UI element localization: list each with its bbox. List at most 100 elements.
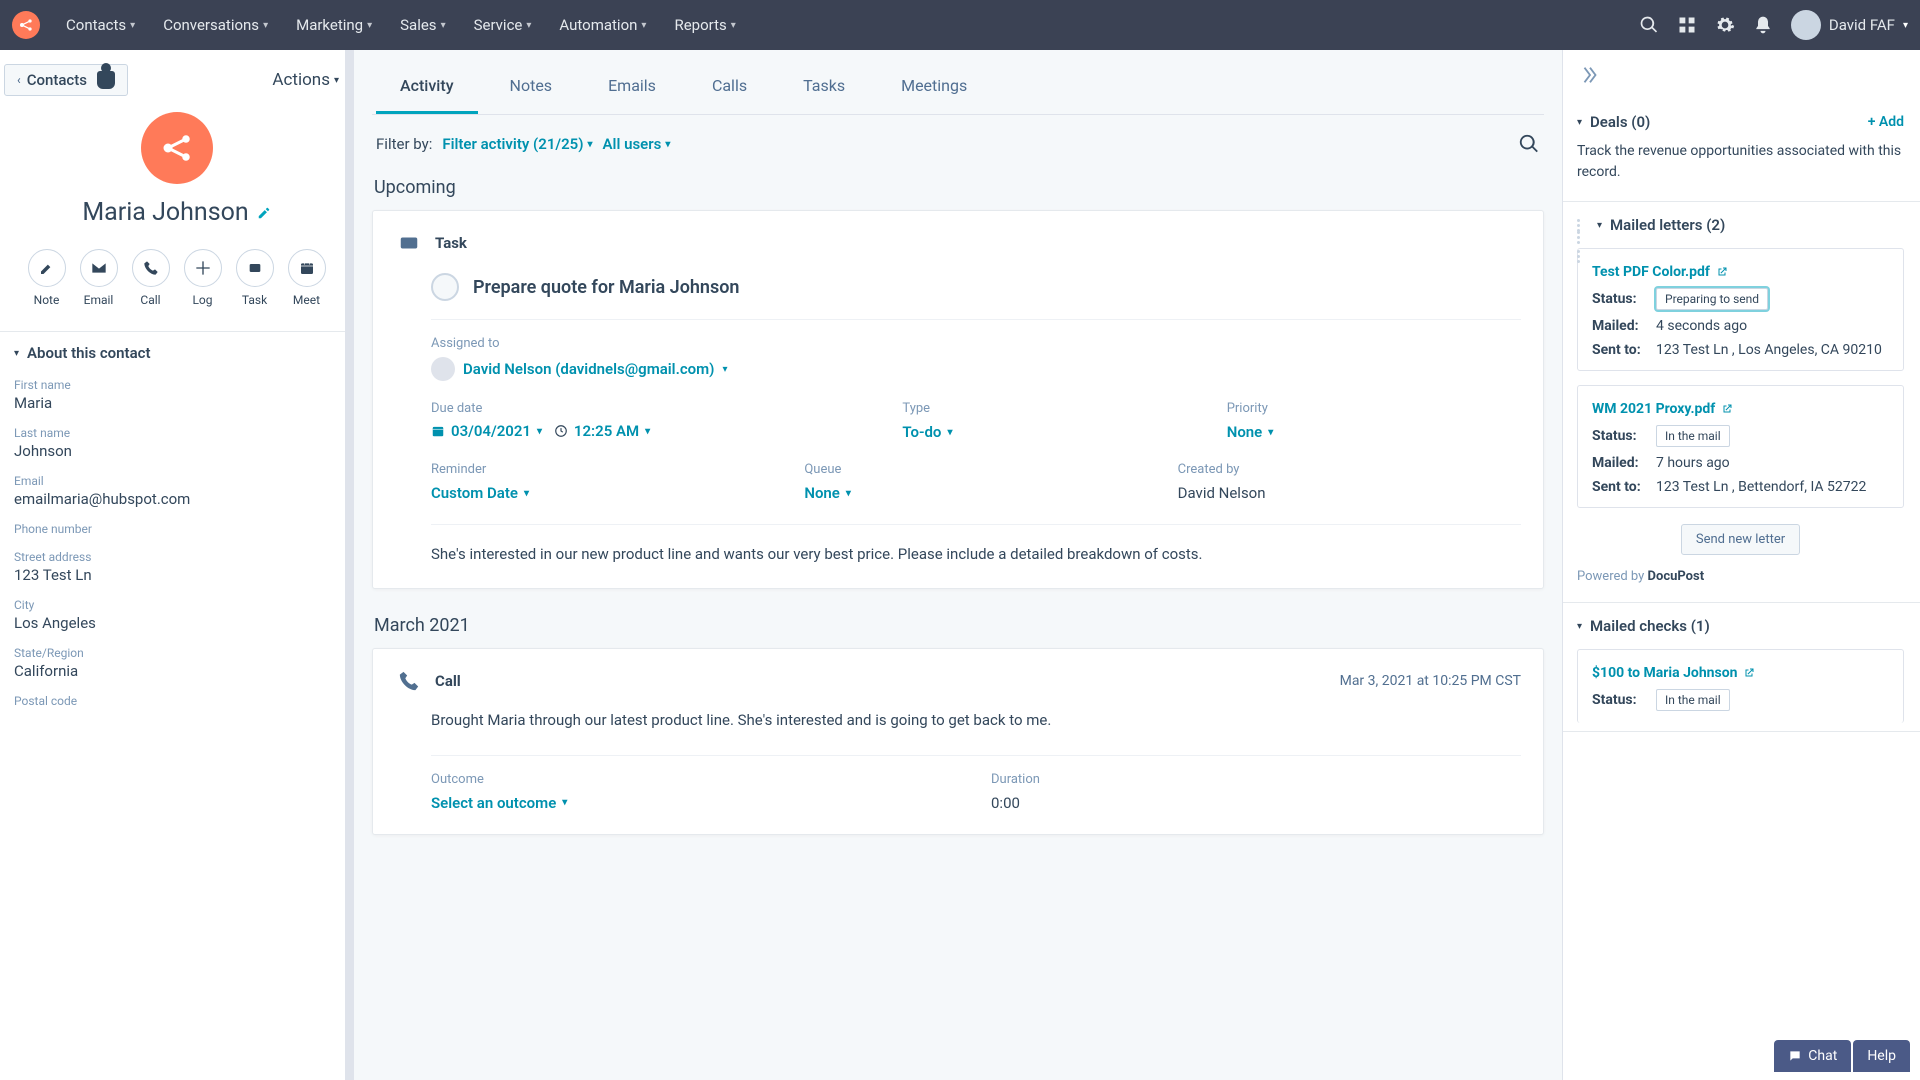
tab-notes[interactable]: Notes [486,58,577,114]
nav-reports[interactable]: Reports▾ [662,10,747,40]
due-time-picker[interactable]: 12:25 AM▾ [554,422,650,440]
assignee-dropdown[interactable]: David Nelson (davidnels@gmail.com) ▾ [431,357,1521,381]
field-first-name[interactable]: First nameMaria [14,378,339,412]
upcoming-heading: Upcoming [374,177,1542,198]
tab-meetings[interactable]: Meetings [877,58,991,114]
chevron-down-icon: ▾ [524,488,529,499]
help-widget[interactable]: Help [1853,1040,1910,1072]
chevron-down-icon: ▾ [645,426,650,437]
filter-users-dropdown[interactable]: All users▾ [603,135,671,153]
main-layout: ‹ Contacts Actions ▾ Maria Johnson Note … [0,50,1920,1080]
chevron-down-icon: ▾ [130,20,135,31]
status-badge: In the mail [1656,425,1730,447]
field-postal[interactable]: Postal code [14,694,339,708]
filter-activity-dropdown[interactable]: Filter activity (21/25)▾ [442,135,592,153]
task-complete-checkbox[interactable] [431,273,459,301]
sent-to: 123 Test Ln , Bettendorf, IA 52722 [1656,479,1866,495]
check-link[interactable]: $100 to Maria Johnson [1592,665,1755,681]
contact-hero: Maria Johnson [0,102,353,231]
notifications-icon[interactable] [1753,15,1773,35]
chevron-down-icon: ▾ [526,20,531,31]
top-nav: Contacts▾ Conversations▾ Marketing▾ Sale… [0,0,1920,50]
nav-service[interactable]: Service▾ [462,10,544,40]
mailed-time: 7 hours ago [1656,455,1730,471]
filter-row: Filter by: Filter activity (21/25)▾ All … [372,115,1544,163]
external-link-icon [1716,266,1728,278]
month-heading: March 2021 [374,615,1542,636]
person-icon [97,71,115,89]
activity-tabs: Activity Notes Emails Calls Tasks Meetin… [372,58,1544,115]
task-type-dropdown[interactable]: To-do▾ [902,423,952,441]
chevron-down-icon: ▾ [537,426,542,437]
about-section-toggle[interactable]: ▾ About this contact [0,331,353,374]
chat-widget[interactable]: Chat [1774,1040,1851,1072]
call-body: Brought Maria through our latest product… [431,709,1521,732]
contact-avatar [141,112,213,184]
chevron-down-icon: ▾ [263,20,268,31]
check-item: $100 to Maria Johnson Status:In the mail [1577,649,1904,723]
chat-icon [1788,1049,1802,1063]
search-icon[interactable] [1639,15,1659,35]
field-email[interactable]: Emailemailmaria@hubspot.com [14,474,339,508]
call-timestamp: Mar 3, 2021 at 10:25 PM CST [1340,673,1521,689]
priority-dropdown[interactable]: None▾ [1227,423,1274,441]
nav-left: Contacts▾ Conversations▾ Marketing▾ Sale… [12,10,748,40]
deals-toggle[interactable]: ▾ Deals (0) [1577,113,1650,131]
mailed-letters-section: ▾ Mailed letters (2) Test PDF Color.pdf … [1563,202,1920,603]
checks-toggle[interactable]: ▾ Mailed checks (1) [1577,617,1710,635]
outcome-cell: Outcome Select an outcome▾ [431,772,961,812]
outcome-dropdown[interactable]: Select an outcome▾ [431,794,567,812]
qa-email[interactable]: Email [80,249,118,307]
search-icon[interactable] [1518,133,1540,155]
drag-handle-icon[interactable] [1577,219,1587,232]
field-phone[interactable]: Phone number [14,522,339,536]
center-panel: Activity Notes Emails Calls Tasks Meetin… [354,50,1562,1080]
letter-link[interactable]: WM 2021 Proxy.pdf [1592,401,1733,417]
nav-marketing[interactable]: Marketing▾ [284,10,384,40]
left-panel: ‹ Contacts Actions ▾ Maria Johnson Note … [0,50,354,1080]
clock-icon [554,424,568,438]
deals-section: ▾ Deals (0) + Add Track the revenue oppo… [1563,99,1920,202]
due-date-picker[interactable]: 03/04/2021▾ [431,422,542,440]
qa-task[interactable]: Task [236,249,274,307]
hubspot-logo[interactable] [12,11,40,39]
nav-automation[interactable]: Automation▾ [547,10,658,40]
letter-link[interactable]: Test PDF Color.pdf [1592,264,1728,280]
letters-toggle[interactable]: ▾ Mailed letters (2) [1577,216,1725,234]
letter-item: Test PDF Color.pdf Status:Preparing to s… [1577,248,1904,371]
nav-conversations[interactable]: Conversations▾ [151,10,280,40]
nav-contacts[interactable]: Contacts▾ [54,10,147,40]
chevron-left-icon: ‹ [17,73,21,87]
nav-sales[interactable]: Sales▾ [388,10,457,40]
field-city[interactable]: CityLos Angeles [14,598,339,632]
add-deal-button[interactable]: + Add [1868,114,1904,130]
field-state[interactable]: State/RegionCalifornia [14,646,339,680]
filter-label: Filter by: [376,135,432,153]
reminder-dropdown[interactable]: Custom Date▾ [431,484,529,502]
avatar [1791,10,1821,40]
send-new-letter-button[interactable]: Send new letter [1681,524,1800,555]
quick-actions: Note Email Call Log Task Meet [0,249,353,307]
qa-log[interactable]: Log [184,249,222,307]
edit-name-icon[interactable] [257,206,271,220]
qa-meet[interactable]: Meet [288,249,326,307]
tab-tasks[interactable]: Tasks [779,58,869,114]
qa-note[interactable]: Note [28,249,66,307]
qa-call[interactable]: Call [132,249,170,307]
tab-activity[interactable]: Activity [376,58,478,114]
chevron-down-icon: ▾ [367,20,372,31]
mailed-time: 4 seconds ago [1656,318,1747,334]
settings-icon[interactable] [1715,15,1735,35]
field-street[interactable]: Street address123 Test Ln [14,550,339,584]
marketplace-icon[interactable] [1677,15,1697,35]
queue-dropdown[interactable]: None▾ [804,484,851,502]
field-last-name[interactable]: Last nameJohnson [14,426,339,460]
expand-sidebar-icon[interactable] [1579,64,1601,86]
tab-emails[interactable]: Emails [584,58,680,114]
contact-name: Maria Johnson [82,198,270,227]
actions-menu[interactable]: Actions ▾ [272,70,339,90]
chevron-down-icon: ▾ [14,348,19,359]
back-to-contacts[interactable]: ‹ Contacts [4,64,128,96]
user-menu[interactable]: David FAF ▾ [1791,10,1908,40]
tab-calls[interactable]: Calls [688,58,771,114]
